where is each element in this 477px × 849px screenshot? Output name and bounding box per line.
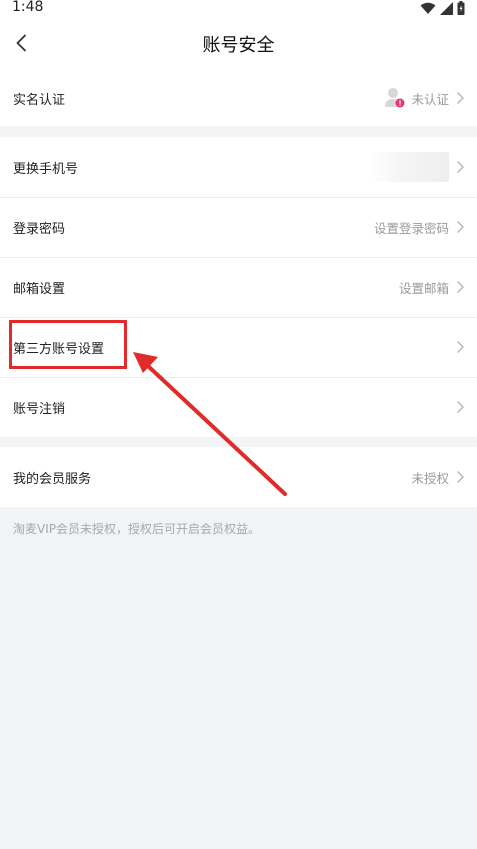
email-settings-row[interactable]: 邮箱设置 设置邮箱 (0, 257, 477, 317)
member-service-row[interactable]: 我的会员服务 未授权 (0, 447, 477, 507)
chevron-right-icon (457, 471, 464, 483)
login-password-value: 设置登录密码 (373, 220, 449, 236)
real-name-right: 未认证 (385, 87, 465, 109)
account-deletion-label: 账号注销 (13, 401, 66, 417)
change-phone-right (369, 152, 465, 182)
real-name-status: 未认证 (411, 91, 449, 107)
wifi-icon (420, 2, 436, 14)
status-bar: 1:48 (0, 0, 477, 18)
membership-footnote: 淘麦VIP会员未授权，授权后可开启会员权益。 (13, 522, 260, 536)
section-membership: 我的会员服务 未授权 (0, 447, 477, 507)
real-name-label: 实名认证 (13, 92, 66, 108)
status-icons (420, 1, 465, 15)
member-service-right: 未授权 (411, 468, 465, 487)
member-service-value: 未授权 (411, 470, 449, 486)
chevron-right-icon (457, 341, 464, 353)
real-name-row[interactable]: 实名认证 未认证 (0, 70, 477, 126)
chevron-right-icon (457, 401, 464, 413)
email-settings-value: 设置邮箱 (398, 280, 449, 296)
section-identity: 实名认证 未认证 (0, 70, 477, 126)
section-account: 更换手机号 登录密码 设置登录密码 邮箱设置 设置邮箱 第三方账号设置 账号注销 (0, 137, 477, 437)
member-service-label: 我的会员服务 (13, 471, 92, 487)
account-deletion-row[interactable]: 账号注销 (0, 377, 477, 437)
nav-header: 账号安全 (0, 18, 477, 70)
battery-icon (457, 1, 465, 15)
change-phone-row[interactable]: 更换手机号 (0, 137, 477, 197)
login-password-right: 设置登录密码 (374, 218, 465, 237)
account-deletion-right (455, 400, 465, 414)
annotation-highlight-box (9, 320, 127, 369)
avatar-icon (385, 87, 405, 109)
third-party-account-right (455, 340, 465, 354)
chevron-right-icon (457, 221, 464, 233)
page-title: 账号安全 (202, 35, 275, 56)
change-phone-label: 更换手机号 (13, 161, 79, 177)
status-time: 1:48 (12, 0, 44, 15)
login-password-label: 登录密码 (13, 221, 66, 237)
email-settings-label: 邮箱设置 (13, 281, 66, 297)
chevron-right-icon (457, 281, 464, 293)
chevron-right-icon (457, 161, 464, 173)
chevron-right-icon (457, 92, 464, 104)
email-settings-right: 设置邮箱 (399, 278, 465, 297)
signal-icon (440, 1, 453, 15)
masked-phone-number (369, 152, 449, 182)
login-password-row[interactable]: 登录密码 设置登录密码 (0, 197, 477, 257)
